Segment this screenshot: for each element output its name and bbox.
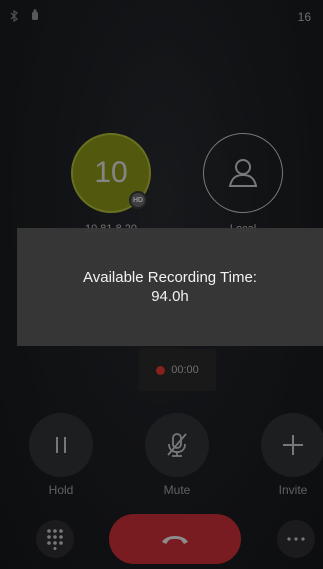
call-screen: 16 10 HD 10.81.8.20 Local 00:00 xyxy=(0,0,323,569)
usb-device-icon xyxy=(31,9,39,21)
pause-icon xyxy=(51,434,71,456)
remote-party: 10 HD 10.81.8.20 xyxy=(71,133,151,233)
dialpad-icon xyxy=(46,528,64,550)
status-bar: 16 xyxy=(0,0,323,32)
toast-title: Available Recording Time: xyxy=(83,269,257,286)
bluetooth-icon xyxy=(10,10,18,22)
mute-label: Mute xyxy=(163,483,191,497)
hold-button[interactable]: Hold xyxy=(29,413,93,497)
plus-icon xyxy=(281,433,305,457)
status-time: 16 xyxy=(297,10,311,24)
invite-circle[interactable] xyxy=(261,413,323,477)
hang-up-icon xyxy=(160,532,190,546)
person-icon xyxy=(225,155,261,191)
more-options-icon xyxy=(287,537,305,541)
keypad-button[interactable] xyxy=(36,520,74,558)
hold-circle[interactable] xyxy=(29,413,93,477)
hd-badge: HD xyxy=(129,191,147,209)
local-avatar xyxy=(203,133,283,213)
end-call-button[interactable] xyxy=(109,514,241,564)
record-dot-icon xyxy=(156,365,166,375)
invite-label: Invite xyxy=(278,483,308,497)
remote-avatar: 10 HD xyxy=(71,133,151,213)
local-party: Local xyxy=(203,133,283,233)
mute-button[interactable]: Mute xyxy=(145,413,209,497)
mute-circle[interactable] xyxy=(145,413,209,477)
microphone-off-icon xyxy=(164,431,190,459)
more-button[interactable] xyxy=(277,520,315,558)
recording-elapsed: 00:00 xyxy=(171,364,199,376)
recording-indicator: 00:00 xyxy=(139,349,216,391)
toast-value: 94.0h xyxy=(151,288,189,305)
invite-button[interactable]: Invite xyxy=(261,413,323,497)
hold-label: Hold xyxy=(48,483,74,497)
recording-time-toast: Available Recording Time: 94.0h xyxy=(17,228,323,346)
remote-number: 10 xyxy=(94,156,128,189)
